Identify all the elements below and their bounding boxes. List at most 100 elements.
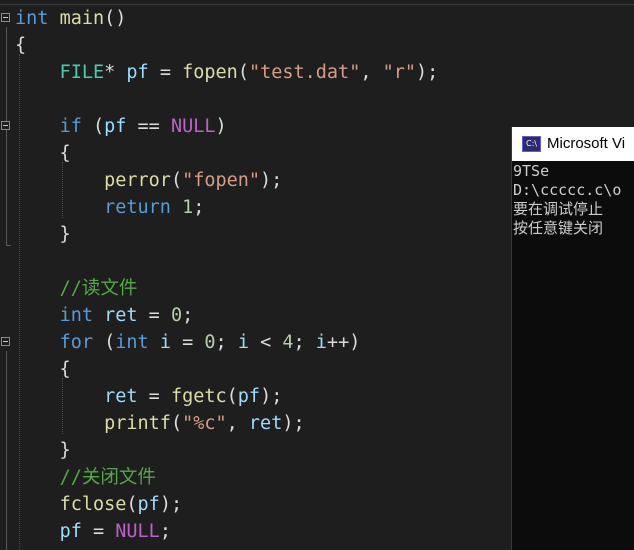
code-token: "r" (382, 62, 417, 83)
code-token: "fopen" (182, 170, 261, 191)
code-token: , (226, 413, 249, 434)
code-token: ) (215, 116, 227, 137)
code-token: ret (104, 305, 138, 326)
code-token: ( (237, 62, 249, 83)
console-line: 9TSe (513, 162, 550, 180)
code-token: { (15, 143, 71, 164)
code-token: 0 (204, 332, 216, 353)
code-line: int main() (15, 5, 126, 32)
code-token: ( (226, 386, 238, 407)
code-line: perror("fopen"); (15, 167, 282, 194)
code-line: //读文件 (15, 275, 138, 302)
code-token: pf (237, 386, 261, 407)
code-token: "test.dat" (248, 62, 361, 83)
code-token: return (104, 197, 171, 218)
code-line: fclose(pf); (15, 491, 183, 518)
code-token: FILE (59, 62, 105, 83)
code-token: { (15, 35, 27, 56)
code-line: FILE* pf = fopen("test.dat", "r"); (15, 59, 439, 86)
code-token: fclose (59, 494, 127, 515)
fold-toggle-for[interactable] (1, 337, 10, 346)
code-token: 1 (182, 197, 194, 218)
code-token: = (81, 521, 116, 542)
code-token: 0 (170, 305, 183, 326)
code-token: int (115, 332, 149, 353)
code-token: * (104, 62, 127, 83)
code-line: for (int i = 0; i < 4; i++) (15, 329, 361, 356)
code-token: printf (104, 413, 171, 434)
code-line: { (15, 32, 26, 59)
code-token: ; (293, 332, 316, 353)
code-line: return 1; (15, 194, 204, 221)
code-line: { (15, 356, 71, 383)
code-line: //关闭文件 (15, 464, 156, 491)
code-token: () (104, 8, 127, 29)
code-token: pf (137, 494, 160, 515)
code-token: } (15, 440, 71, 461)
code-token: //关闭文件 (59, 467, 156, 488)
code-token: , (360, 62, 383, 83)
code-token: = (137, 386, 171, 407)
code-token: pf (59, 521, 82, 542)
console-output: 9TSe D:\ccccc.c\o 要在调试停止 按任意键关闭 (513, 162, 621, 238)
code-token: = (148, 62, 183, 83)
code-token: 4 (282, 332, 294, 353)
code-token: fopen (182, 62, 238, 83)
outline-rule-for (6, 351, 7, 550)
code-token: fgetc (170, 386, 227, 407)
code-line: { (15, 140, 71, 167)
code-token: ; (215, 332, 238, 353)
code-token: pf (126, 62, 149, 83)
code-token: ); (282, 413, 305, 434)
code-token: ); (416, 62, 439, 83)
code-line: printf("%c", ret); (15, 410, 305, 437)
code-token: ( (170, 170, 183, 191)
code-token: int (59, 305, 93, 326)
code-line: } (15, 437, 71, 464)
code-token: pf (104, 116, 127, 137)
console-title: Microsoft Vi (547, 135, 626, 152)
code-token: ; (159, 521, 171, 542)
code-token: = (137, 305, 171, 326)
code-token: //读文件 (59, 278, 138, 299)
code-line: ret = fgetc(pf); (15, 383, 282, 410)
code-token: ; (193, 197, 205, 218)
code-token: ); (260, 386, 283, 407)
code-token: < (248, 332, 283, 353)
code-token: perror (104, 170, 171, 191)
code-line: if (pf == NULL) (15, 113, 227, 140)
code-line: pf = NULL; (15, 518, 171, 545)
code-token: main (59, 8, 105, 29)
console-line: D:\ccccc.c\o (513, 181, 622, 199)
console-window[interactable]: C:\ Microsoft Vi 9TSe D:\ccccc.c\o 要在调试停… (511, 127, 634, 550)
code-token: ( (81, 116, 105, 137)
code-token: ++) (326, 332, 361, 353)
code-token: ); (159, 494, 183, 515)
console-title-bar[interactable]: C:\ Microsoft Vi (512, 127, 634, 161)
console-app-icon: C:\ (522, 136, 541, 152)
code-token: ( (126, 494, 138, 515)
code-token: i (237, 332, 249, 353)
code-token: ; (182, 305, 194, 326)
outline-rule-main (6, 27, 7, 245)
code-line: } (15, 221, 71, 248)
code-token: ( (92, 332, 116, 353)
fold-toggle-if[interactable] (1, 121, 10, 130)
fold-toggle-main[interactable] (1, 13, 10, 22)
code-token: "%c" (182, 413, 227, 434)
